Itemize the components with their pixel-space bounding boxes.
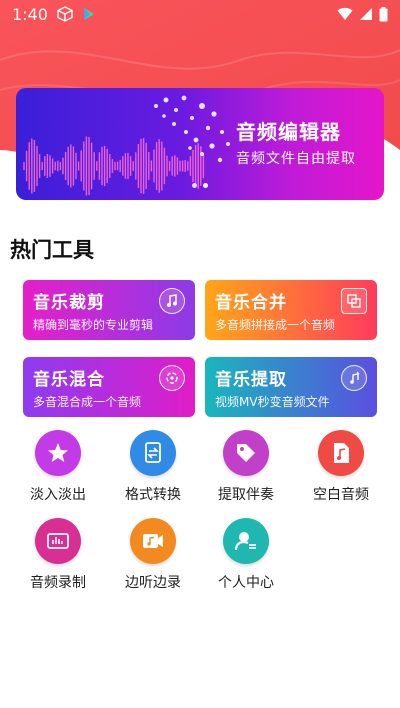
card-subtitle: 多音频拼接成一个音频 [215, 318, 336, 332]
battery-icon [379, 6, 388, 21]
card-music-mix[interactable]: 音乐混合 多音混合成一个音频 [23, 357, 195, 417]
music-note-icon [159, 288, 185, 314]
card-title: 音乐裁剪 [33, 293, 105, 313]
record-icon [35, 518, 81, 564]
status-bar: 1:40 [0, 0, 400, 28]
section-title: 热门工具 [10, 238, 94, 262]
card-title: 音乐合并 [215, 293, 287, 313]
format-convert-icon [130, 430, 176, 476]
card-subtitle: 视频MV秒变音频文件 [215, 395, 330, 409]
tool-listen-record[interactable]: 边听边录 [118, 518, 188, 592]
tool-label: 空白音频 [313, 487, 369, 503]
tool-label: 音频录制 [30, 575, 86, 591]
card-subtitle: 多音混合成一个音频 [33, 395, 142, 409]
mix-icon [159, 365, 185, 391]
tool-label: 边听边录 [125, 575, 181, 591]
tool-label: 淡入淡出 [30, 487, 86, 503]
indicator-dot-active [203, 183, 208, 188]
tool-label: 提取伴奏 [218, 487, 274, 503]
card-music-trim[interactable]: 音乐裁剪 精确到毫秒的专业剪辑 [23, 280, 195, 340]
tool-blank-audio[interactable]: 空白音频 [306, 430, 376, 504]
star-fade-icon [35, 430, 81, 476]
banner-title: 音频编辑器 [236, 120, 341, 144]
blank-audio-icon [318, 430, 364, 476]
banner-subtitle: 音频文件自由提取 [236, 151, 356, 167]
tag-icon [223, 430, 269, 476]
play-store-icon [83, 8, 94, 20]
wifi-icon [337, 7, 353, 20]
banner-page-indicator [192, 183, 208, 188]
card-subtitle: 精确到毫秒的专业剪辑 [33, 318, 154, 332]
card-music-extract[interactable]: 音乐提取 视频MV秒变音频文件 [205, 357, 377, 417]
signal-icon [360, 8, 372, 20]
tool-label: 个人中心 [218, 575, 274, 591]
extract-icon [341, 365, 367, 391]
tool-extract-accompaniment[interactable]: 提取伴奏 [211, 430, 281, 504]
tool-label: 格式转换 [125, 487, 181, 503]
card-music-merge[interactable]: 音乐合并 多音频拼接成一个音频 [205, 280, 377, 340]
tool-format-convert[interactable]: 格式转换 [118, 430, 188, 504]
status-time: 1:40 [12, 4, 48, 24]
indicator-dot [192, 183, 197, 188]
tool-fade[interactable]: 淡入淡出 [23, 430, 93, 504]
card-title: 音乐提取 [215, 370, 287, 390]
card-title: 音乐混合 [33, 370, 105, 390]
video-music-icon [130, 518, 176, 564]
tool-personal-center[interactable]: 个人中心 [211, 518, 281, 592]
tool-audio-record[interactable]: 音频录制 [23, 518, 93, 592]
merge-icon [341, 288, 367, 314]
user-icon [223, 518, 269, 564]
cube-icon [57, 6, 73, 22]
